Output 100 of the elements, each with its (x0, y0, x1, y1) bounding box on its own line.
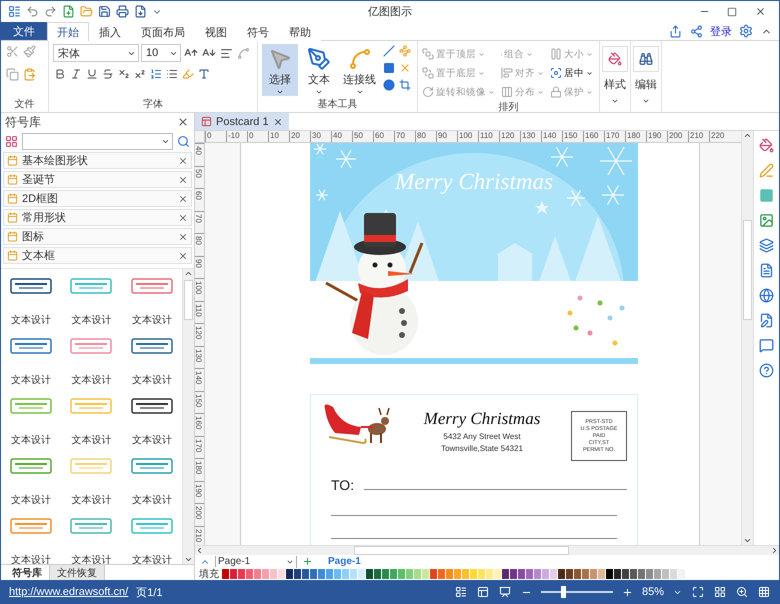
ruler-label: 100 (457, 131, 478, 142)
website-link[interactable]: http://www.edrawsoft.cn/ (9, 586, 128, 598)
ruler-label: 40 (195, 146, 203, 155)
tool-button[interactable]: 连接线 (340, 44, 379, 96)
shape-label: 文本设计 (71, 434, 112, 447)
library-category[interactable]: 基本绘图形状 (3, 152, 192, 169)
ruler-label: 90 (195, 258, 203, 268)
category-label: 圣诞节 (22, 173, 56, 187)
ruler-label: -10 (226, 131, 247, 142)
ruler-label: 110 (195, 304, 203, 316)
ruler-label: 30 (310, 131, 331, 142)
ruler-label: 130 (520, 131, 541, 142)
ruler-label: 60 (373, 131, 394, 142)
ruler-label: 170 (604, 131, 625, 142)
ruler-label: 200 (667, 131, 688, 142)
ruler-label: 220 (709, 131, 730, 142)
ruler-label: 190 (646, 131, 667, 142)
shape-label: 文本设计 (71, 374, 112, 387)
shape-label: 文本设计 (11, 314, 52, 327)
ruler-label: 0 (247, 131, 268, 142)
ruler-label: 80 (415, 131, 436, 142)
panel-tab[interactable]: 文件恢复 (50, 565, 105, 580)
ruler-label: 70 (394, 131, 415, 142)
document-tab[interactable]: Postcard 1 (195, 113, 289, 130)
shape-label: 文本设计 (71, 554, 112, 564)
shape-label: 文本设计 (132, 374, 172, 387)
ruler-label: 180 (195, 461, 203, 474)
category-label: 图标 (22, 230, 45, 244)
font-name-select[interactable]: 宋体 (53, 44, 139, 62)
tool-button[interactable]: 文本 (301, 44, 337, 96)
tool-button[interactable]: 选择 (262, 44, 298, 96)
ruler-label: 120 (195, 326, 203, 340)
zoom-percent: 85% (642, 586, 664, 598)
library-category[interactable]: 图标 (3, 228, 192, 245)
shape-label: 文本设计 (11, 494, 52, 507)
shape-label: 文本设计 (132, 314, 172, 327)
arrange-button[interactable]: 居中 (550, 65, 593, 81)
window-title: 亿图图示 (368, 5, 412, 19)
ruler-label: 110 (478, 131, 499, 142)
card-title: Merry Christmas (394, 169, 554, 195)
address-line: 5432 Any Street West (443, 432, 521, 441)
ruler-label: 50 (352, 131, 373, 142)
ruler-label: 210 (688, 131, 709, 142)
ruler-label: 160 (195, 416, 203, 430)
group-label: 字体 (143, 98, 163, 112)
library-category[interactable]: 常用形状 (3, 209, 192, 226)
ruler-label: 100 (195, 281, 203, 294)
shape-label: 文本设计 (71, 314, 112, 327)
shape-label: 文本设计 (11, 374, 52, 387)
shape-label: 文本设计 (71, 494, 112, 507)
ruler-label: 20 (289, 131, 310, 142)
ruler-label: 200 (195, 506, 203, 520)
library-category[interactable]: 2D框图 (3, 190, 192, 207)
ruler-label: 130 (195, 348, 203, 362)
category-label: 基本绘图形状 (22, 154, 89, 168)
ruler-label: 80 (195, 236, 203, 245)
ruler-label: 170 (195, 438, 203, 452)
ruler-label: 150 (562, 131, 583, 142)
card-title: Merry Christmas (424, 409, 540, 429)
font-size-select[interactable]: 10 (141, 44, 181, 62)
library-category[interactable]: 文本框 (3, 247, 192, 264)
ruler-label: 190 (195, 484, 203, 497)
login-link[interactable]: 登录 (710, 24, 732, 38)
category-label: 2D框图 (22, 192, 60, 206)
shape-label: 文本设计 (132, 554, 172, 564)
shape-label: 文本设计 (11, 434, 52, 447)
document-tab-label: Postcard 1 (216, 116, 269, 128)
ruler-label: 0 (205, 131, 226, 142)
address-line: Townsville,State 54321 (441, 444, 523, 453)
ribbon-tab[interactable]: 开始 (47, 22, 89, 41)
group-label: 排列 (498, 100, 518, 114)
ruler-label: 160 (583, 131, 604, 142)
ruler-label: 150 (195, 394, 203, 407)
shape-label: 文本设计 (11, 554, 52, 564)
ruler-label: 180 (625, 131, 646, 142)
ruler-label: 140 (195, 371, 203, 384)
ruler-label: 70 (195, 214, 203, 222)
ruler-label: 40 (331, 131, 352, 142)
ruler-label: 140 (541, 131, 562, 142)
category-label: 常用形状 (22, 211, 67, 225)
edit-button[interactable]: 编辑 (631, 44, 661, 105)
ruler-label: 210 (195, 528, 203, 542)
group-label: 文件 (14, 98, 34, 112)
shape-label: 文本设计 (132, 434, 172, 447)
to-label: TO: (331, 477, 354, 493)
panel-title: 符号库 (5, 114, 41, 130)
shape-label: 文本设计 (132, 494, 172, 507)
page-tab[interactable]: Page-1 (318, 556, 371, 567)
ruler-label: 90 (436, 131, 457, 142)
palette-label: 填充 (199, 567, 219, 581)
style-button[interactable]: 样式 (600, 44, 630, 105)
ruler-label: 60 (195, 191, 203, 200)
ruler-label: 120 (499, 131, 520, 142)
ruler-label: 50 (195, 168, 203, 178)
group-label: 基本工具 (318, 98, 358, 112)
file-menu-button[interactable]: 文件 (1, 22, 47, 40)
ruler-label: 10 (268, 131, 289, 142)
library-category[interactable]: 圣诞节 (3, 171, 192, 188)
category-label: 文本框 (22, 248, 56, 263)
page-count: 页1/1 (136, 586, 163, 600)
